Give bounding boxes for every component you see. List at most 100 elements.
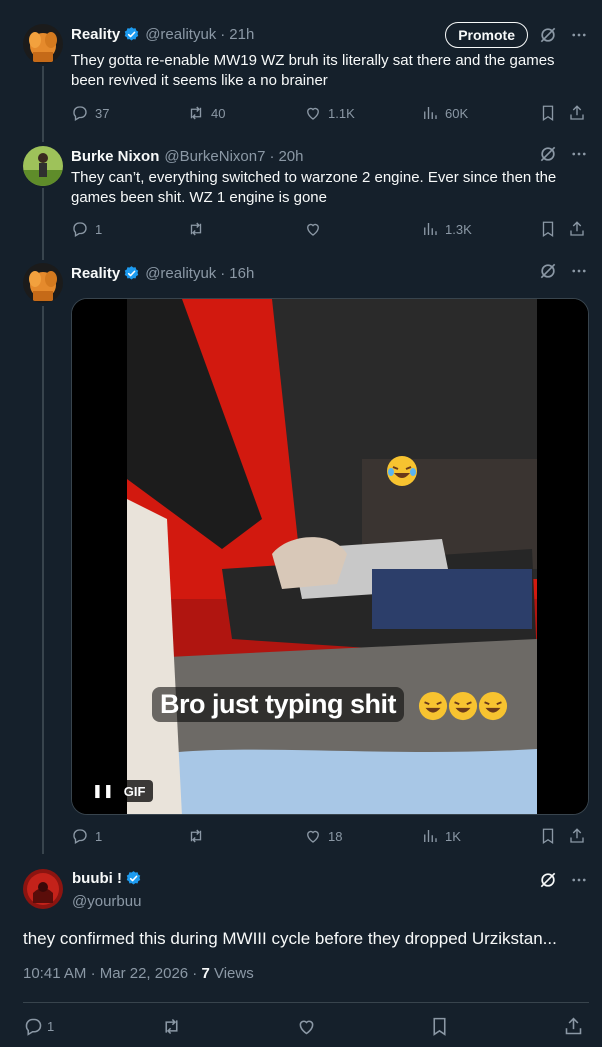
promote-button[interactable]: Promote: [445, 22, 528, 48]
like-icon: [307, 223, 319, 236]
avatar[interactable]: [23, 263, 63, 303]
main-display-name-row: buubi !: [72, 870, 142, 887]
views-button[interactable]: 60K: [421, 104, 468, 122]
tweet-tools: [538, 261, 588, 281]
bookmark-button[interactable]: [429, 1016, 450, 1037]
gif-badge[interactable]: ❚❚ GIF: [84, 780, 154, 802]
separator-dot: ·: [220, 25, 226, 43]
reply-count: 37: [95, 105, 110, 121]
post-time[interactable]: 10:41 AM: [23, 965, 86, 982]
handle[interactable]: @realityuk: [145, 265, 216, 282]
reply-count: 1: [95, 221, 103, 237]
grok-icon[interactable]: [538, 144, 558, 164]
timestamp[interactable]: 21h: [229, 26, 254, 43]
bookmark-button[interactable]: [539, 827, 557, 845]
grok-icon[interactable]: [538, 870, 558, 890]
like-button[interactable]: 1.1K: [304, 104, 355, 122]
retweet-icon: [190, 829, 202, 843]
gif-frame-image: [72, 299, 588, 814]
timestamp[interactable]: 16h: [229, 265, 254, 282]
more-icon[interactable]: [570, 871, 588, 889]
tweet-text: They can’t, everything switched to warzo…: [71, 169, 557, 206]
share-icon: [565, 1017, 582, 1035]
tweet-header: Burke Nixon @BurkeNixon7 · 20h: [71, 146, 304, 166]
separator-dot: ·: [90, 965, 100, 982]
tweet-meta: 10:41 AM · Mar 22, 2026 · 7 Views: [23, 965, 254, 982]
avatar[interactable]: [23, 869, 63, 909]
views-icon: [424, 830, 437, 842]
tweet-tools: [538, 870, 588, 890]
reply-icon: [25, 1018, 42, 1036]
display-name[interactable]: Reality: [71, 265, 120, 282]
reply-icon: [73, 222, 87, 237]
tweet-tools: Promote: [445, 22, 588, 48]
gif-caption: Bro just typing shit: [152, 687, 404, 722]
like-icon: [299, 1020, 314, 1035]
post-date[interactable]: Mar 22, 2026: [100, 965, 188, 982]
reply-button[interactable]: 1: [71, 220, 102, 238]
timestamp[interactable]: 20h: [278, 148, 303, 165]
views-number: 7: [201, 965, 210, 982]
like-button[interactable]: 18: [304, 827, 342, 845]
bookmark-icon: [433, 1017, 446, 1036]
thread-line: [42, 306, 44, 854]
retweet-button[interactable]: 40: [187, 104, 225, 122]
reply-count: 1: [47, 1019, 55, 1034]
main-tweet-text: they confirmed this during MWIII cycle b…: [23, 929, 557, 948]
share-icon: [570, 828, 584, 843]
reply-button[interactable]: 1: [23, 1016, 54, 1037]
like-icon: [307, 830, 319, 843]
more-icon[interactable]: [570, 145, 588, 163]
thread-line: [42, 188, 44, 260]
display-name[interactable]: Burke Nixon: [71, 148, 159, 165]
reply-count: 1: [95, 828, 103, 844]
grok-icon[interactable]: [538, 261, 558, 281]
display-name[interactable]: Reality: [71, 26, 120, 43]
bookmark-icon: [542, 221, 554, 238]
avatar[interactable]: [23, 24, 63, 64]
handle[interactable]: @realityuk: [145, 26, 216, 43]
reply-icon: [73, 829, 87, 844]
views-count: 1K: [445, 828, 461, 844]
tweet-tools: [538, 144, 588, 164]
retweet-button[interactable]: [161, 1016, 182, 1037]
views-label: Views: [213, 965, 254, 982]
share-button[interactable]: [568, 827, 586, 845]
more-icon[interactable]: [570, 262, 588, 280]
share-button[interactable]: [568, 104, 586, 122]
retweet-count: 40: [211, 105, 226, 121]
retweet-button[interactable]: [187, 220, 211, 238]
main-tweet-actions: 1: [23, 1016, 589, 1038]
more-icon[interactable]: [570, 26, 588, 44]
grok-icon[interactable]: [538, 25, 558, 45]
views-button[interactable]: 1.3K: [421, 220, 472, 238]
share-button[interactable]: [563, 1016, 584, 1037]
like-button[interactable]: [304, 220, 328, 238]
retweet-icon: [190, 222, 202, 236]
bookmark-button[interactable]: [539, 220, 557, 238]
gif-media[interactable]: Bro just typing shit ❚❚ GIF: [71, 298, 589, 815]
separator-dot: ·: [269, 147, 275, 165]
like-count: 1.1K: [328, 105, 355, 121]
like-button[interactable]: [296, 1016, 317, 1037]
handle[interactable]: @BurkeNixon7: [164, 148, 265, 165]
retweet-button[interactable]: [187, 827, 211, 845]
avatar[interactable]: [23, 146, 63, 186]
pause-icon[interactable]: ❚❚: [92, 783, 114, 799]
reply-button[interactable]: 1: [71, 827, 102, 845]
share-icon: [570, 221, 584, 236]
reply-button[interactable]: 37: [71, 104, 109, 122]
views-icon: [424, 223, 437, 235]
views-button[interactable]: 1K: [421, 827, 461, 845]
verified-badge-icon: [126, 871, 141, 885]
retweet-icon: [190, 106, 202, 120]
tweet-actions: 37 40 1.1K 60K: [71, 104, 591, 124]
handle[interactable]: @yourbuu: [72, 893, 141, 910]
bookmark-button[interactable]: [539, 104, 557, 122]
thread-line: [42, 66, 44, 142]
laughing-emoji-icon: [478, 691, 508, 721]
share-button[interactable]: [568, 220, 586, 238]
laughing-emoji-icon: [418, 691, 448, 721]
tweet-actions: 1 18 1K: [71, 827, 591, 847]
display-name[interactable]: buubi !: [72, 870, 122, 887]
